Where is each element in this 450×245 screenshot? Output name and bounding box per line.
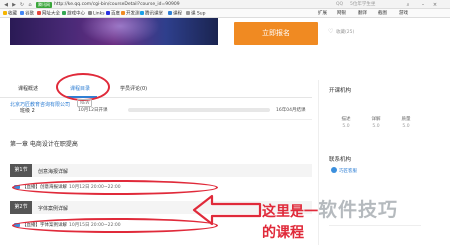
bookmark-item[interactable]: 课程 — [168, 10, 182, 17]
annotation-line-1: 这里是一 — [262, 204, 318, 220]
annotation-line-2: 的课程 — [262, 225, 304, 241]
org-name-link[interactable]: 北京巧匠教育咨询有限公司 — [10, 101, 70, 108]
back-icon[interactable]: ◀ — [3, 2, 9, 8]
toolbar-bank[interactable]: 网银 — [337, 11, 346, 17]
start-date: 10月12日开课 — [78, 108, 108, 113]
bookmark-item[interactable]: 谷歌 — [20, 10, 34, 17]
close-icon[interactable]: × — [432, 2, 438, 8]
red-arrow-icon — [192, 194, 262, 226]
toolbar-screenshot[interactable]: 截图 — [378, 11, 387, 17]
org-heading: 开课机构 — [329, 88, 352, 94]
qq-icon — [331, 167, 337, 173]
chapter-title: 第一章 电商设计在职提高 — [10, 141, 78, 148]
contact-link[interactable]: 巧匠客服 — [339, 168, 357, 174]
section-header: 第1节 创意海报详解 — [10, 164, 312, 177]
highlight-circle — [56, 73, 110, 101]
heart-icon[interactable]: ♡ — [328, 28, 333, 35]
bookmark-item[interactable]: 游戏中心 — [62, 10, 85, 17]
section-title: 创意海报详解 — [38, 169, 69, 175]
annotation-text: 这里是一 的课程 — [262, 203, 318, 241]
bookmark-item[interactable]: 百度 — [106, 10, 120, 17]
bookmarks-bar: 收藏 谷歌 网址大全 游戏中心 Links 百度 开发测 腾讯课堂 课程 课 S… — [0, 9, 450, 18]
favorite-count[interactable]: 收藏(25) — [336, 29, 354, 35]
score-detail: 详解 5.0 — [371, 117, 381, 129]
score-description: 描述 5.0 — [341, 117, 351, 129]
search-engine-label: QQ — [336, 1, 344, 7]
section-number: 第1节 — [10, 164, 32, 177]
org-sidebar: 开课机构 联系机构 — [318, 80, 421, 245]
score-quality: 质量 5.0 — [401, 117, 411, 129]
bookmark-item[interactable]: 收藏 — [3, 10, 17, 17]
course-banner-image — [10, 18, 218, 45]
progress-bar — [128, 108, 270, 112]
course-tabs: 课程概述 课程目录 学员评论(0) — [0, 80, 312, 98]
section-title: 字体案例详解 — [38, 206, 69, 212]
class-label: 班级 2 — [20, 108, 35, 114]
toolbar-extensions[interactable]: 扩展 — [318, 11, 327, 17]
refresh-icon[interactable]: ↻ — [19, 2, 25, 8]
new-badge: NEW — [77, 99, 93, 107]
section-number: 第2节 — [10, 201, 32, 214]
divider — [329, 225, 421, 226]
toolbar-games[interactable]: 游戏 — [399, 11, 408, 17]
tab-overview[interactable]: 课程概述 — [18, 85, 38, 92]
bookmark-item[interactable]: Links — [88, 10, 105, 17]
search-icon[interactable]: ⌕ — [405, 2, 411, 8]
address-bar: ◀ ▶ ↻ ⌂ 腾讯网 http://ke.qq.com/cgi-bin/cou… — [0, 0, 450, 9]
bookmark-item[interactable]: 课 Sup — [186, 10, 206, 17]
highlight-oval — [12, 218, 218, 233]
end-date: 16年04月结课 — [276, 108, 306, 113]
tab-reviews[interactable]: 学员评论(0) — [120, 85, 147, 92]
search-input[interactable]: 5位年学生坐 — [350, 2, 375, 8]
bookmark-item[interactable]: 开发测 — [121, 10, 140, 17]
signup-button[interactable]: 立即报名 — [234, 22, 318, 45]
highlight-oval — [12, 180, 218, 195]
toolbar-translate[interactable]: 翻译 — [358, 11, 367, 17]
home-icon[interactable]: ⌂ — [27, 2, 33, 8]
site-badge: 腾讯网 — [36, 1, 52, 8]
bookmark-item[interactable]: 网址大全 — [37, 10, 60, 17]
minimize-icon[interactable]: – — [420, 2, 426, 8]
bookmark-item[interactable]: 腾讯课堂 — [140, 10, 163, 17]
forward-icon[interactable]: ▶ — [11, 2, 17, 8]
contact-heading: 联系机构 — [329, 157, 352, 163]
url-field[interactable]: http://ke.qq.com/cgi-bin/courseDetail?co… — [54, 2, 180, 8]
